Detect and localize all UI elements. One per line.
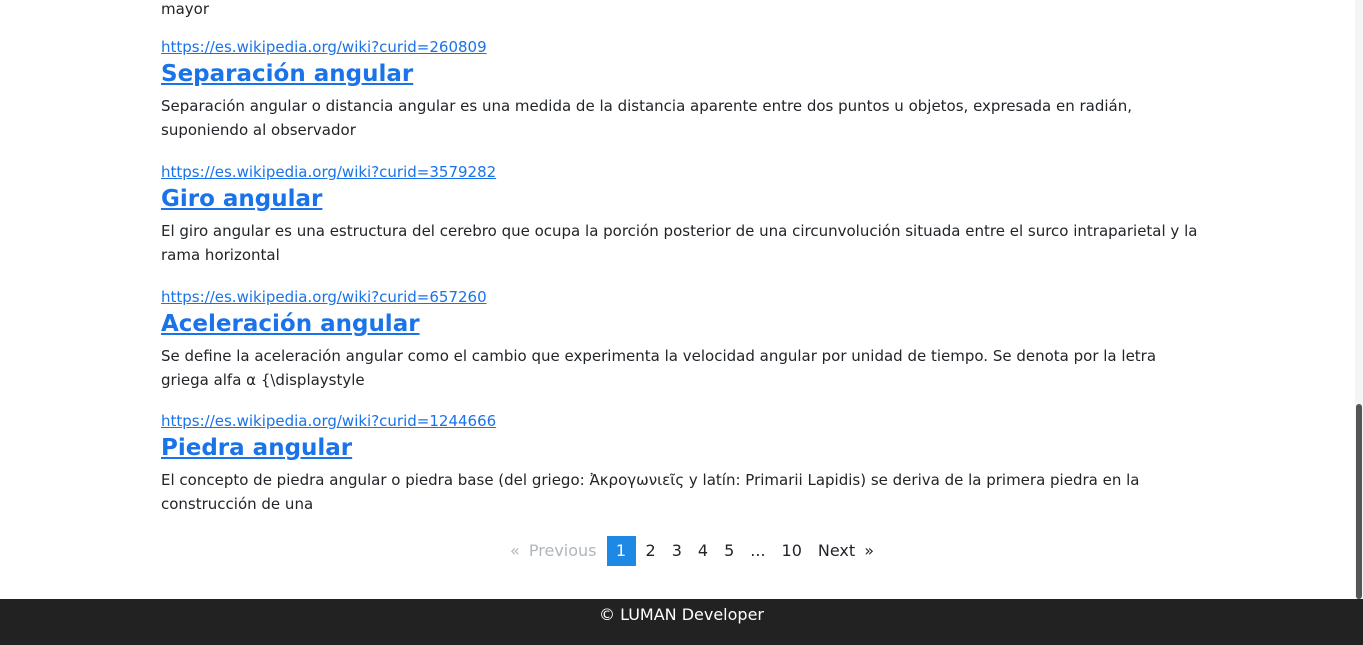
result-item: https://es.wikipedia.org/wiki?curid=3579… [161, 163, 1206, 267]
result-url-link[interactable]: https://es.wikipedia.org/wiki?curid=6572… [161, 288, 1206, 306]
scrollbar-thumb[interactable] [1356, 404, 1362, 599]
result-item: https://es.wikipedia.org/wiki?curid=2608… [161, 38, 1206, 142]
previous-result-snippet-fragment: mayor [161, 0, 210, 18]
result-url-link[interactable]: https://es.wikipedia.org/wiki?curid=3579… [161, 163, 1206, 181]
next-label: Next [817, 541, 856, 560]
result-url-link[interactable]: https://es.wikipedia.org/wiki?curid=1244… [161, 412, 1206, 430]
result-item: https://es.wikipedia.org/wiki?curid=6572… [161, 288, 1206, 392]
search-results-page: mayor https://es.wikipedia.org/wiki?curi… [0, 0, 1363, 645]
result-title-link[interactable]: Aceleración angular [161, 310, 1206, 338]
result-snippet: El giro angular es una estructura del ce… [161, 222, 1198, 264]
pagination-ellipsis: ... [750, 541, 766, 560]
next-arrow-icon: » [864, 541, 875, 560]
footer: © LUMAN Developer [0, 599, 1363, 645]
page-button[interactable]: 5 [716, 536, 742, 566]
result-snippet: El concepto de piedra angular o piedra b… [161, 471, 1140, 513]
footer-copyright: © LUMAN Developer [598, 605, 764, 624]
result-title-link[interactable]: Piedra angular [161, 434, 1206, 462]
page-button[interactable]: 4 [690, 536, 716, 566]
page-button[interactable]: 3 [664, 536, 690, 566]
page-button[interactable]: 2 [638, 536, 664, 566]
next-page-button[interactable]: Next » [810, 536, 886, 566]
result-url-link[interactable]: https://es.wikipedia.org/wiki?curid=2608… [161, 38, 1206, 56]
vertical-scrollbar[interactable] [1355, 0, 1363, 599]
result-item: https://es.wikipedia.org/wiki?curid=1244… [161, 412, 1206, 516]
previous-label: Previous [528, 541, 597, 560]
pagination: « Previous 1 2 3 4 5 ... 10 Next » [498, 536, 886, 566]
result-snippet: Separación angular o distancia angular e… [161, 97, 1133, 139]
page-button-current[interactable]: 1 [606, 536, 636, 566]
result-title-link[interactable]: Giro angular [161, 185, 1206, 213]
page-button[interactable]: 10 [774, 536, 810, 566]
result-snippet: Se define la aceleración angular como el… [161, 347, 1157, 389]
previous-page-button: « Previous [498, 536, 605, 566]
previous-arrow-icon: « [510, 541, 520, 560]
result-title-link[interactable]: Separación angular [161, 60, 1206, 88]
